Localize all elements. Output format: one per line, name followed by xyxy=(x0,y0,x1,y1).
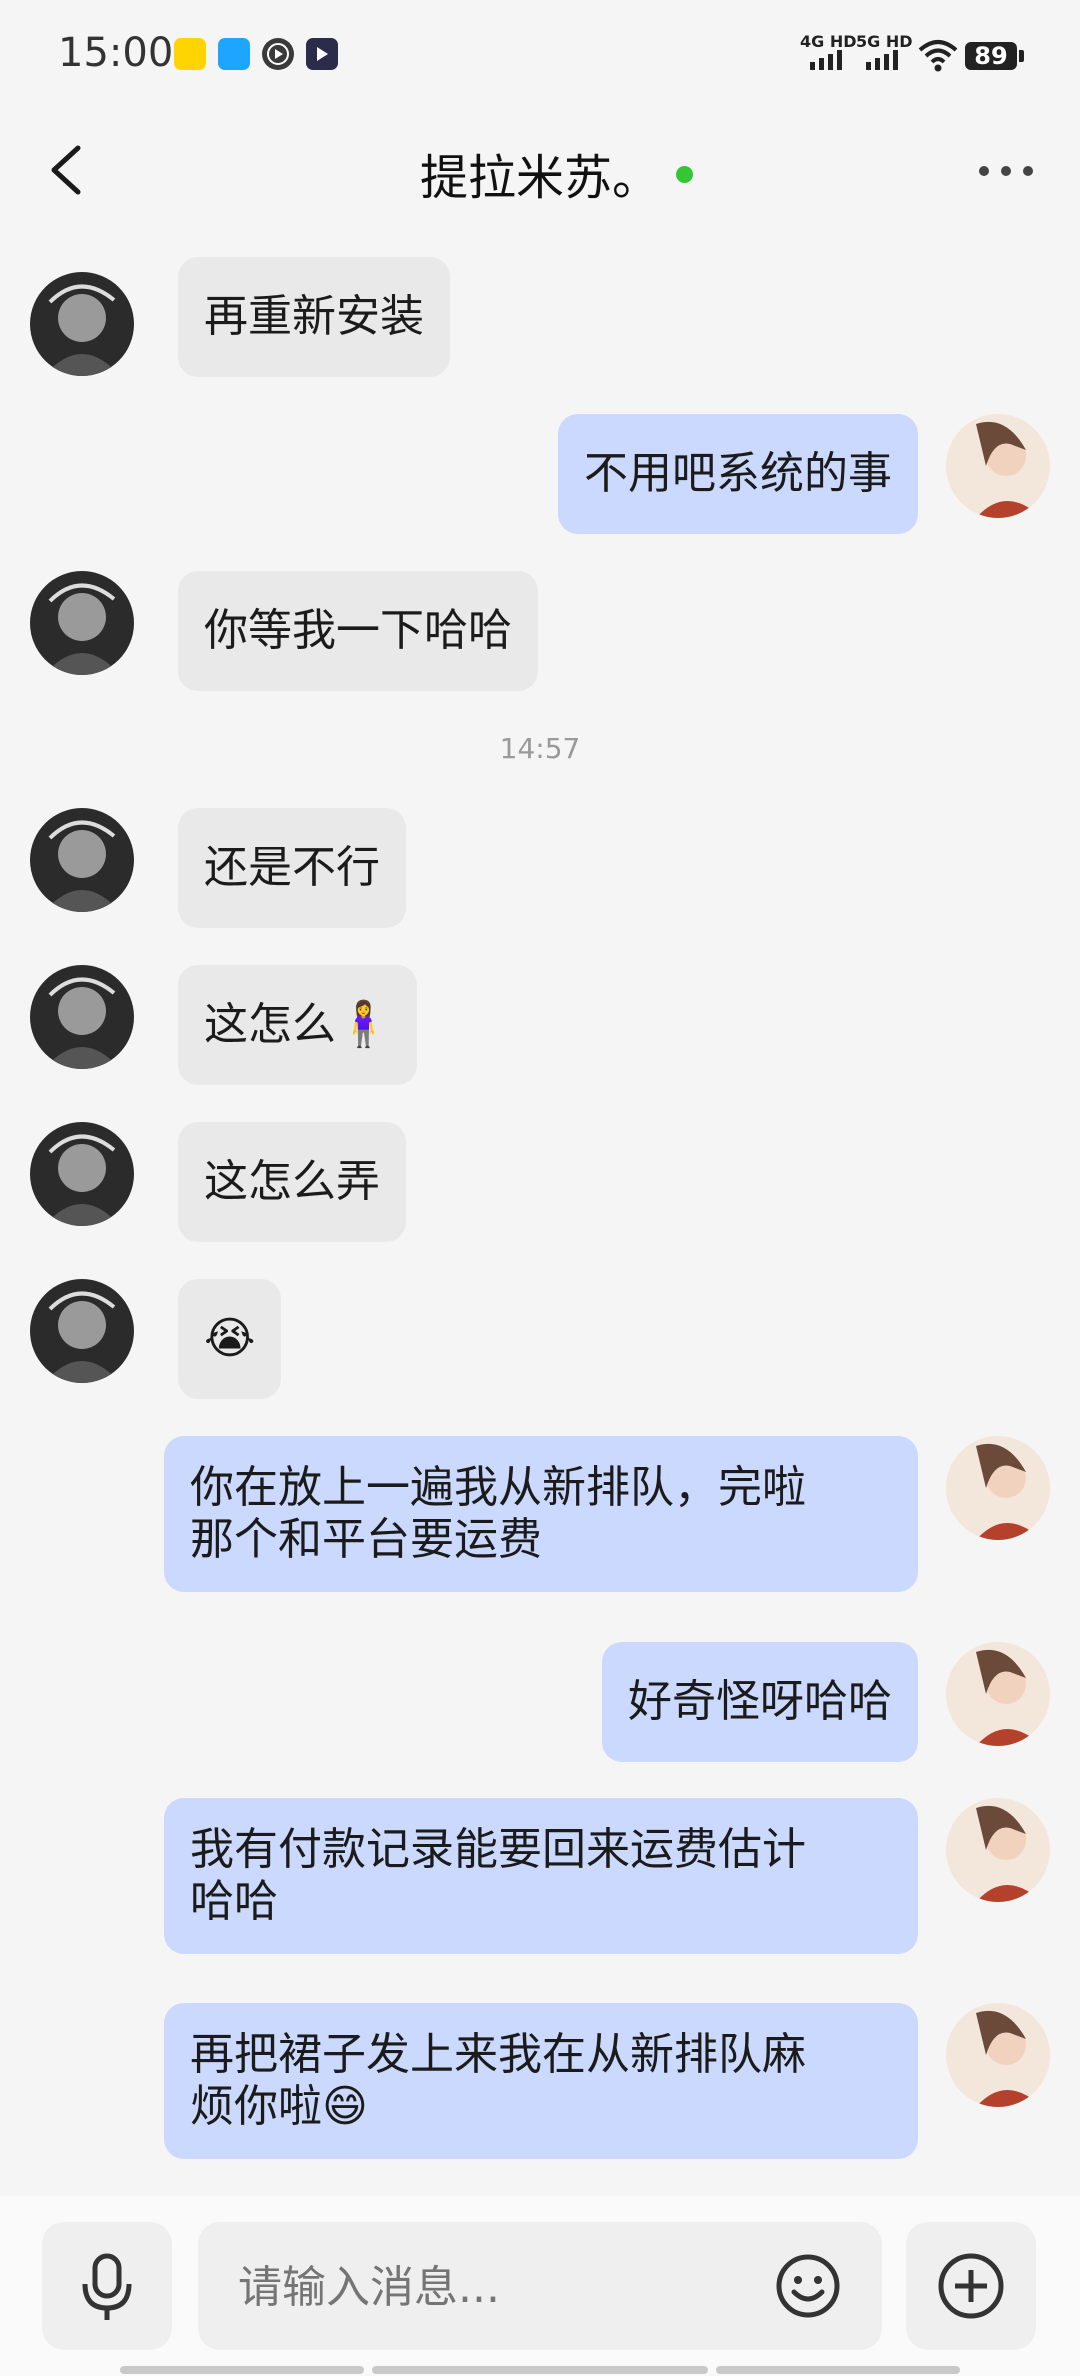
contact-avatar[interactable] xyxy=(30,1279,134,1383)
more-actions-button[interactable] xyxy=(906,2222,1036,2350)
video-app-icon xyxy=(306,38,338,70)
message-row-incoming: 这怎么🧍‍♀️ xyxy=(0,965,1080,1091)
message-row-incoming: 这怎么弄 xyxy=(0,1122,1080,1248)
message-row-outgoing: 不用吧系统的事 xyxy=(0,414,1080,540)
message-row-incoming: 还是不行 xyxy=(0,808,1080,934)
contact-name: 提拉米苏。 xyxy=(419,150,660,206)
message-bubble[interactable]: 你在放上一遍我从新排队，完啦 那个和平台要运费 xyxy=(164,1436,918,1592)
message-row-incoming: 你等我一下哈哈 xyxy=(0,571,1080,697)
microphone-icon xyxy=(82,2253,132,2320)
voice-input-button[interactable] xyxy=(42,2222,172,2350)
battery-tip xyxy=(1019,50,1024,62)
contact-avatar[interactable] xyxy=(30,571,134,675)
chat-header: 提拉米苏。 xyxy=(0,116,1080,224)
user-avatar[interactable] xyxy=(946,1436,1050,1540)
user-avatar[interactable] xyxy=(946,1642,1050,1746)
play-app-icon xyxy=(262,38,294,70)
message-bubble[interactable]: 不用吧系统的事 xyxy=(558,414,918,534)
online-status-dot xyxy=(676,166,693,183)
message-bubble[interactable]: 再把裙子发上来我在从新排队麻 烦你啦😄 xyxy=(164,2003,918,2159)
contact-avatar[interactable] xyxy=(30,272,134,376)
network-5g-label: 5G HD xyxy=(856,32,913,51)
message-bubble[interactable]: 再重新安装 xyxy=(178,257,450,377)
emoji-icon[interactable] xyxy=(774,2252,842,2320)
nav-handle xyxy=(716,2366,960,2374)
wifi-icon xyxy=(918,40,958,72)
signal-bars-icon xyxy=(866,50,898,70)
user-avatar[interactable] xyxy=(946,2003,1050,2107)
message-bubble[interactable]: 这怎么弄 xyxy=(178,1122,406,1242)
message-field[interactable] xyxy=(198,2222,882,2350)
yellow-app-icon xyxy=(174,38,206,70)
message-bubble[interactable]: 这怎么🧍‍♀️ xyxy=(178,965,417,1085)
message-row-outgoing: 你在放上一遍我从新排队，完啦 那个和平台要运费 xyxy=(0,1436,1080,1612)
message-bubble[interactable]: 还是不行 xyxy=(178,808,406,928)
message-row-outgoing: 好奇怪呀哈哈 xyxy=(0,1642,1080,1768)
message-list[interactable]: 再重新安装 不用吧系统的事 你等我一下哈哈 14:57 还是不行 这怎么🧍‍♀️ xyxy=(0,240,1080,2196)
contact-avatar[interactable] xyxy=(30,808,134,912)
message-input-bar xyxy=(0,2196,1080,2376)
signal-bars-icon xyxy=(810,50,842,70)
status-bar: 15:00 4G HD 5G HD 89 xyxy=(0,0,1080,116)
message-bubble[interactable]: 你等我一下哈哈 xyxy=(178,571,538,691)
status-time: 15:00 xyxy=(58,30,174,76)
plus-circle-icon xyxy=(938,2253,1004,2319)
nav-handle xyxy=(120,2366,364,2374)
message-row-incoming: 再重新安装 xyxy=(0,257,1080,383)
timestamp: 14:57 xyxy=(499,732,581,765)
message-bubble[interactable]: 我有付款记录能要回来运费估计 哈哈 xyxy=(164,1798,918,1954)
user-avatar[interactable] xyxy=(946,1798,1050,1902)
more-options-icon[interactable] xyxy=(976,156,1036,186)
message-row-outgoing: 再把裙子发上来我在从新排队麻 烦你啦😄 xyxy=(0,2003,1080,2179)
message-bubble[interactable]: 😭 xyxy=(178,1279,282,1399)
battery-icon: 89 xyxy=(965,42,1017,70)
user-avatar[interactable] xyxy=(946,414,1050,518)
message-row-incoming: 😭 xyxy=(0,1279,1080,1405)
message-input[interactable] xyxy=(238,2262,758,2313)
blue-app-icon xyxy=(218,38,250,70)
message-row-outgoing: 我有付款记录能要回来运费估计 哈哈 xyxy=(0,1798,1080,1974)
network-4g-label: 4G HD xyxy=(800,32,857,51)
contact-avatar[interactable] xyxy=(30,965,134,1069)
nav-handle xyxy=(372,2366,708,2374)
message-bubble[interactable]: 好奇怪呀哈哈 xyxy=(602,1642,918,1762)
contact-avatar[interactable] xyxy=(30,1122,134,1226)
